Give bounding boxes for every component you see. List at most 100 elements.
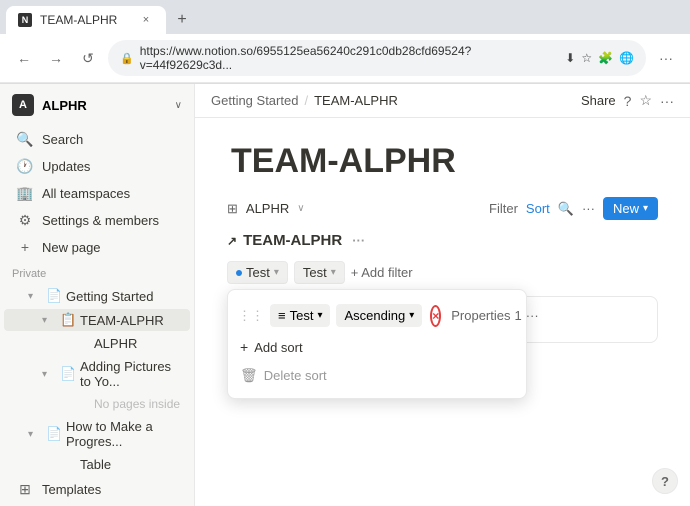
browser-chrome: N TEAM-ALPHR × + ← → ↺ 🔒 https://www.not… xyxy=(0,0,690,84)
filter-button[interactable]: Filter xyxy=(489,201,518,216)
tree-label-how-to-make: How to Make a Progres... xyxy=(66,419,182,449)
page-link-label: TEAM-ALPHR xyxy=(243,232,342,249)
tree-label-no-pages: No pages inside xyxy=(94,397,182,411)
page-title: TEAM-ALPHR xyxy=(227,142,658,181)
add-filter-button[interactable]: + Add filter xyxy=(351,265,413,280)
sidebar-label-teamspaces: All teamspaces xyxy=(42,186,178,201)
help-icon[interactable]: ? xyxy=(624,93,632,109)
profile-icon: 🌐 xyxy=(619,51,634,65)
sidebar-item-settings[interactable]: ⚙ Settings & members xyxy=(4,208,190,233)
more-db-options[interactable]: ··· xyxy=(582,201,595,216)
add-sort-button[interactable]: + Add sort xyxy=(228,333,526,361)
address-bar[interactable]: 🔒 https://www.notion.so/6955125ea56240c2… xyxy=(108,40,646,76)
sort-props-label: Properties xyxy=(451,308,510,323)
tree-item-adding-pictures[interactable]: ▾ 📄 Adding Pictures to Yo... xyxy=(4,356,190,392)
breadcrumb-separator: / xyxy=(304,93,308,108)
new-btn-label: New xyxy=(613,201,639,216)
workspace-name: ALPHR xyxy=(42,98,167,113)
database-icon: 📋 xyxy=(60,312,76,328)
more-icon[interactable]: ··· xyxy=(660,93,674,109)
private-section-label: Private xyxy=(0,260,194,284)
share-button[interactable]: Share xyxy=(581,93,616,108)
tree-item-how-to-make[interactable]: ▾ 📄 How to Make a Progres... xyxy=(4,416,190,452)
settings-icon: ⚙ xyxy=(16,212,34,229)
sidebar-label-search: Search xyxy=(42,132,178,147)
page-link-more-icon[interactable]: ··· xyxy=(352,233,365,248)
more-options-icon[interactable]: ··· xyxy=(654,46,678,70)
active-tab[interactable]: N TEAM-ALPHR × xyxy=(6,6,166,34)
tree-item-no-pages: ▸ No pages inside xyxy=(4,394,190,414)
chevron-down-icon: ▾ xyxy=(28,291,42,302)
sort-remove-button[interactable]: × xyxy=(430,305,441,327)
sidebar-item-templates[interactable]: ⊞ Templates xyxy=(4,477,190,502)
sidebar-item-updates[interactable]: 🕐 Updates xyxy=(4,154,190,179)
forward-button[interactable]: → xyxy=(44,46,68,70)
tree-label-table: Table xyxy=(80,457,182,472)
tab-title: TEAM-ALPHR xyxy=(40,13,130,27)
templates-icon: ⊞ xyxy=(16,481,34,498)
sort-props-count: 1 xyxy=(514,308,521,323)
sort-chip-chevron-icon: ▾ xyxy=(331,267,336,278)
chevron-placeholder: ▸ xyxy=(56,338,70,349)
chevron-down-icon: ▾ xyxy=(28,429,42,440)
star-icon[interactable]: ☆ xyxy=(639,92,652,109)
drag-handle-icon[interactable]: ⋮⋮ xyxy=(238,308,264,324)
sort-field-icon: ≡ xyxy=(278,308,286,323)
nav-bar: ← → ↺ 🔒 https://www.notion.so/6955125ea5… xyxy=(0,34,690,83)
breadcrumb-team-alphr[interactable]: TEAM-ALPHR xyxy=(314,93,398,108)
sort-properties: Properties 1 ··· xyxy=(451,308,538,323)
star-icon: ☆ xyxy=(581,51,592,65)
sort-chip-test[interactable]: Test ▾ xyxy=(294,261,345,284)
help-button[interactable]: ? xyxy=(652,468,678,494)
sidebar-bottom: ⊞ Templates ⬇ Import 🗑 Trash xyxy=(0,476,194,506)
tab-favicon: N xyxy=(18,13,32,27)
sort-field-select[interactable]: ≡ Test ▾ xyxy=(270,304,330,327)
breadcrumb-getting-started[interactable]: Getting Started xyxy=(211,93,298,108)
reload-button[interactable]: ↺ xyxy=(76,46,100,70)
newpage-icon: + xyxy=(16,239,34,255)
tree-item-alphr[interactable]: ▸ ALPHR xyxy=(4,333,190,354)
tree-item-team-alphr[interactable]: ▾ 📋 TEAM-ALPHR xyxy=(4,309,190,331)
database-chevron-icon[interactable]: ∨ xyxy=(297,203,304,214)
chevron-placeholder: ▸ xyxy=(42,459,56,470)
app: A ALPHR ∨ 🔍 Search 🕐 Updates 🏢 All teams… xyxy=(0,84,690,506)
filter-chip-test[interactable]: Test ▾ xyxy=(227,261,288,284)
extensions-icon: 🧩 xyxy=(598,51,613,65)
sidebar-item-teamspaces[interactable]: 🏢 All teamspaces xyxy=(4,181,190,206)
address-text: https://www.notion.so/6955125ea56240c291… xyxy=(140,44,560,72)
trash-icon: 🗑 xyxy=(240,367,258,384)
sort-popup: ⋮⋮ ≡ Test ▾ Ascending ▾ × Properties xyxy=(227,289,527,399)
sort-button[interactable]: Sort xyxy=(526,201,550,216)
sort-field-label: Test xyxy=(290,308,314,323)
sidebar: A ALPHR ∨ 🔍 Search 🕐 Updates 🏢 All teams… xyxy=(0,84,195,506)
sidebar-label-updates: Updates xyxy=(42,159,178,174)
main-content-area: Getting Started / TEAM-ALPHR Share ? ☆ ·… xyxy=(195,84,690,506)
sidebar-label-settings: Settings & members xyxy=(42,213,178,228)
plus-icon: + xyxy=(240,339,248,355)
search-icon: 🔍 xyxy=(16,131,34,148)
new-tab-button[interactable]: + xyxy=(170,8,194,32)
sidebar-item-newpage[interactable]: + New page xyxy=(4,235,190,259)
tree-item-getting-started[interactable]: ▾ 📄 Getting Started xyxy=(4,285,190,307)
database-icon: ⊞ xyxy=(227,201,238,217)
sort-props-more-icon[interactable]: ··· xyxy=(526,308,539,323)
filter-chip-chevron-icon: ▾ xyxy=(274,267,279,278)
sort-direction-select[interactable]: Ascending ▾ xyxy=(336,304,422,327)
tree-item-table[interactable]: ▸ Table xyxy=(4,454,190,475)
sidebar-label-templates: Templates xyxy=(42,482,178,497)
sort-row: ⋮⋮ ≡ Test ▾ Ascending ▾ × Properties xyxy=(228,298,526,333)
back-button[interactable]: ← xyxy=(12,46,36,70)
sort-dir-chevron-icon: ▾ xyxy=(409,310,414,321)
sidebar-item-search[interactable]: 🔍 Search xyxy=(4,127,190,152)
search-button[interactable]: 🔍 xyxy=(558,201,574,217)
teamspaces-icon: 🏢 xyxy=(16,185,34,202)
delete-sort-button[interactable]: 🗑 Delete sort xyxy=(228,361,526,390)
sort-field-chevron-icon: ▾ xyxy=(317,310,322,321)
new-button[interactable]: New ▾ xyxy=(603,197,658,220)
page-link[interactable]: ↗ TEAM-ALPHR ··· xyxy=(227,232,658,249)
database-name[interactable]: ALPHR xyxy=(246,201,289,216)
workspace-avatar: A xyxy=(12,94,34,116)
tab-close-button[interactable]: × xyxy=(138,12,154,28)
workspace-switcher[interactable]: A ALPHR ∨ xyxy=(0,84,194,126)
filter-chip-label: Test xyxy=(246,265,270,280)
